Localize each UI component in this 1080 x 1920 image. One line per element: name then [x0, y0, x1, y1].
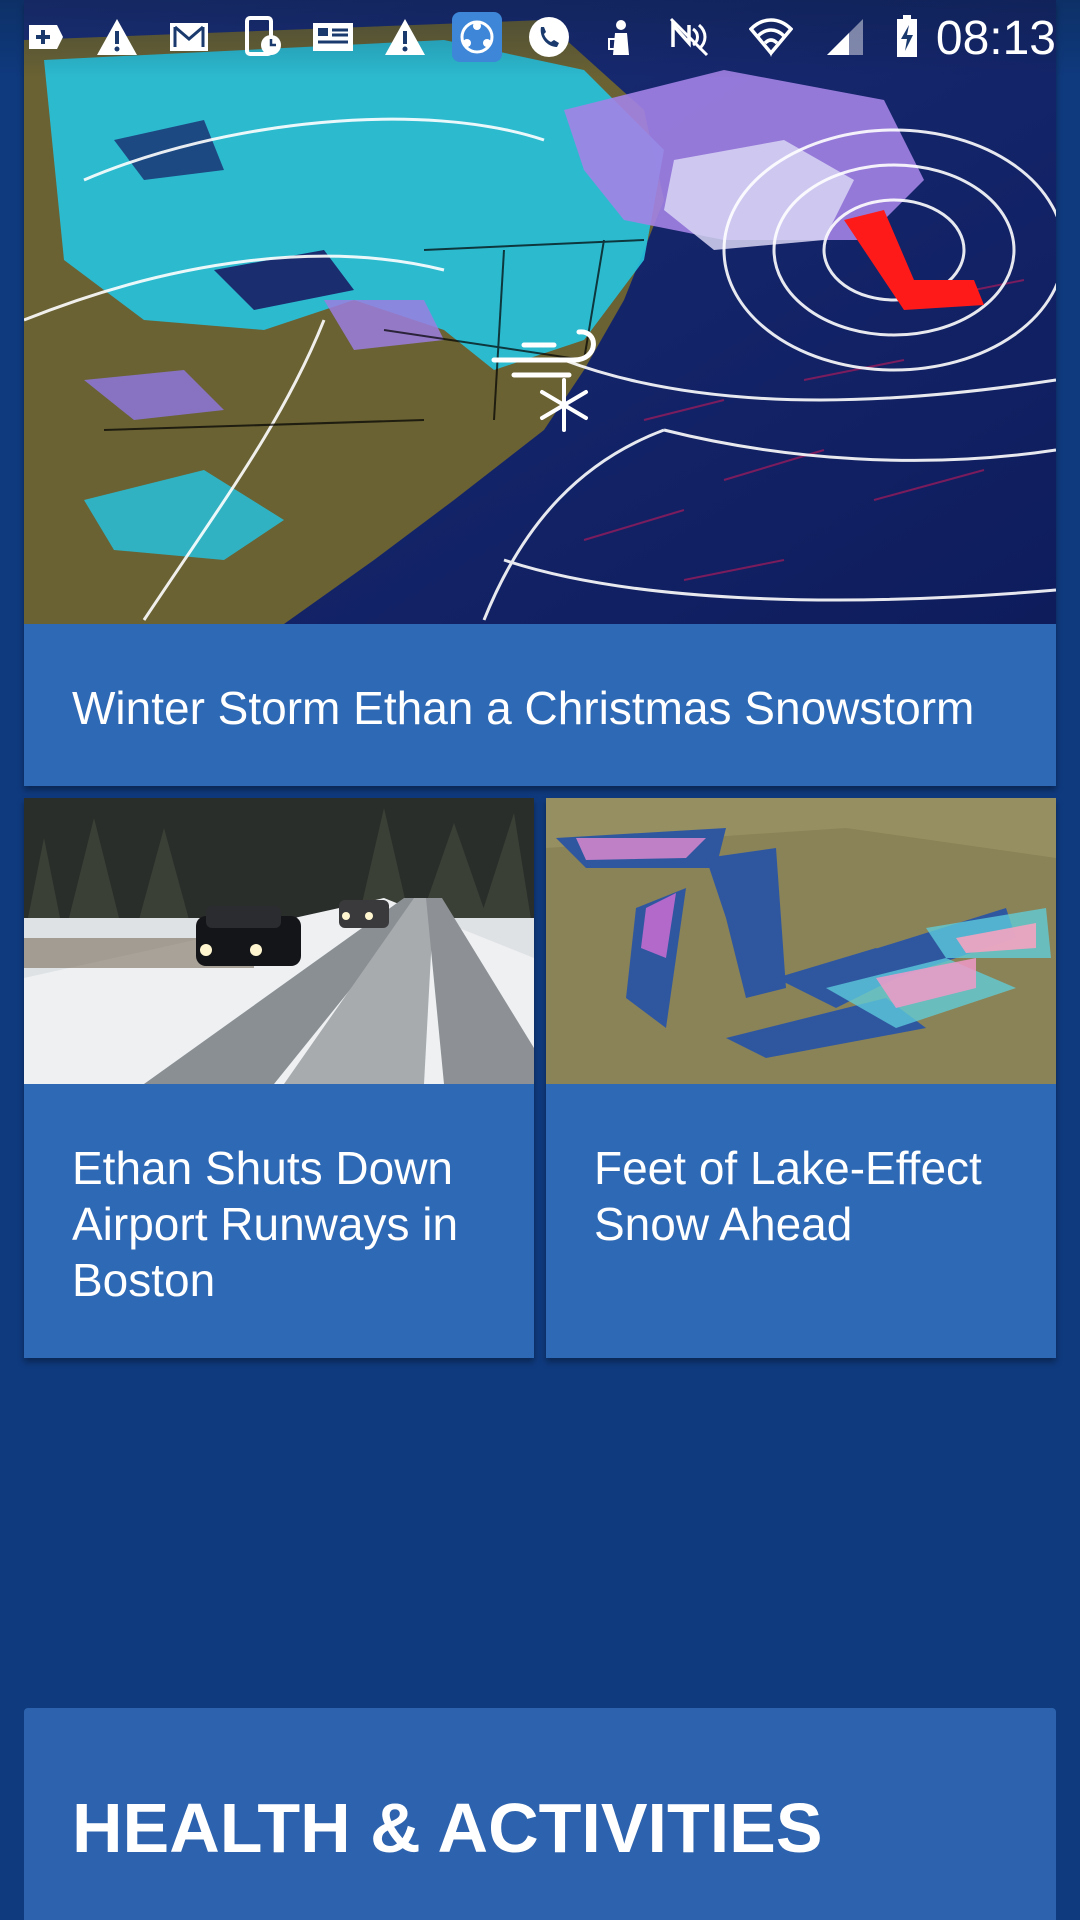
- section-title-health: HEALTH & ACTIVITIES: [72, 1789, 823, 1867]
- warning-icon: [382, 14, 428, 60]
- hero-story-title: Winter Storm Ethan a Christmas Snowstorm: [72, 682, 975, 734]
- hero-story-card[interactable]: Winter Storm Ethan a Christmas Snowstorm: [24, 0, 1056, 786]
- snowy-road-image: [24, 798, 534, 1084]
- health-activities-section[interactable]: HEALTH & ACTIVITIES: [24, 1708, 1056, 1920]
- hero-weather-map-image: [24, 0, 1056, 624]
- signal-icon: [822, 14, 868, 60]
- story-card-airport[interactable]: Ethan Shuts Down Airport Runways in Bost…: [24, 798, 534, 1358]
- vpn-person-icon: [598, 14, 644, 60]
- great-lakes-map-image: [546, 798, 1056, 1084]
- battery-charging-icon: [884, 14, 930, 60]
- nfc-mute-icon: [666, 14, 712, 60]
- phone-icon: [526, 14, 572, 60]
- add-box-icon: [22, 14, 68, 60]
- device-clock-icon: [240, 14, 286, 60]
- story-title-lake-effect: Feet of Lake-Effect Snow Ahead: [594, 1142, 982, 1250]
- warning-icon: [94, 14, 140, 60]
- wifi-icon: [748, 14, 794, 60]
- news-icon: [310, 14, 356, 60]
- gmail-icon: [166, 14, 212, 60]
- share-app-icon: [452, 12, 502, 62]
- story-card-lake-effect[interactable]: Feet of Lake-Effect Snow Ahead: [546, 798, 1056, 1358]
- status-time: 08:13: [935, 12, 1056, 65]
- status-bar: 08:13: [0, 0, 1080, 78]
- story-title-airport: Ethan Shuts Down Airport Runways in Bost…: [72, 1142, 459, 1306]
